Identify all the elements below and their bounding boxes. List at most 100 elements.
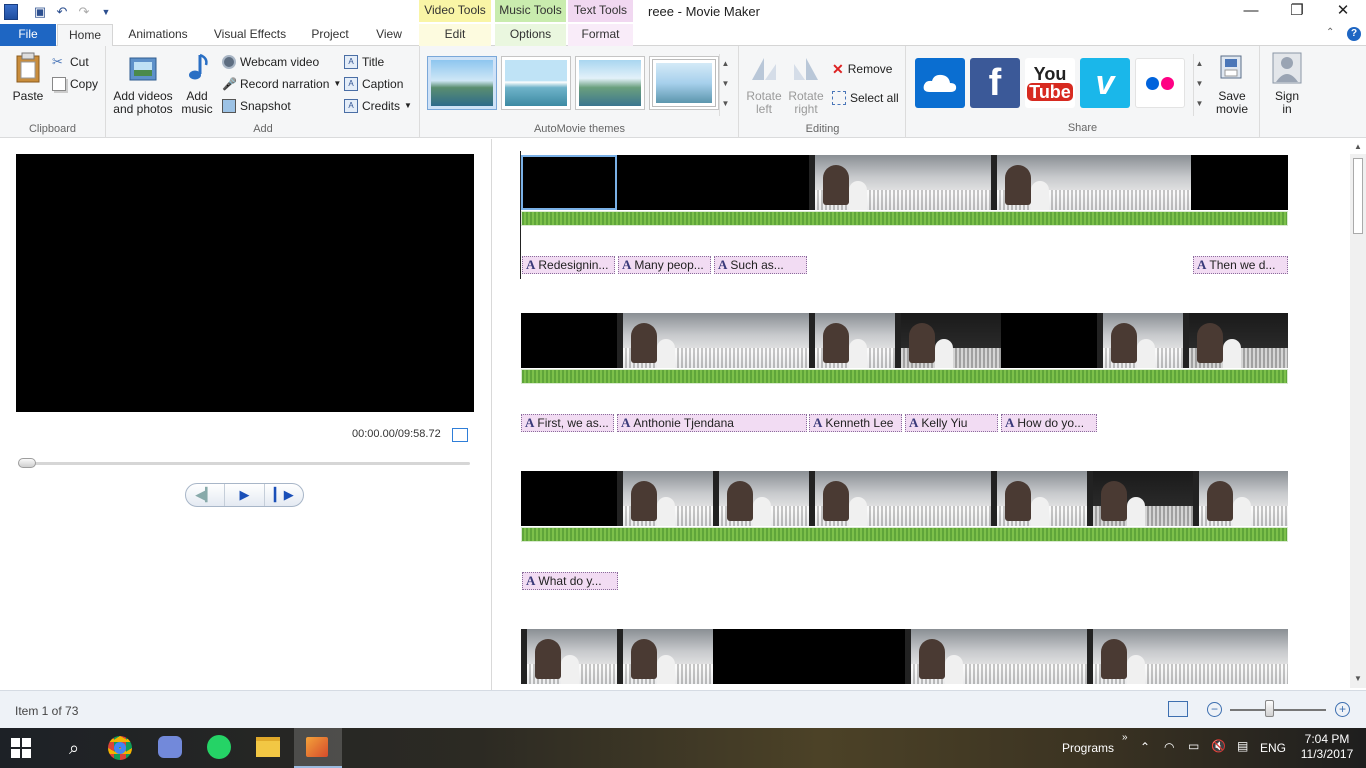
- play-button[interactable]: ▶: [224, 484, 265, 506]
- caption-clip[interactable]: A Then we d...: [1193, 256, 1288, 274]
- scroll-down-icon[interactable]: ▼: [1354, 674, 1362, 683]
- title-button[interactable]: A Title: [344, 53, 384, 71]
- video-preview[interactable]: [16, 154, 474, 412]
- tab-visual-effects[interactable]: Visual Effects: [205, 24, 295, 46]
- clip-black[interactable]: [1001, 313, 1097, 368]
- clip-footage[interactable]: [895, 313, 1001, 368]
- clip-footage[interactable]: [991, 471, 1087, 526]
- caption-button[interactable]: A Caption: [344, 75, 403, 93]
- caption-clip[interactable]: A Many peop...: [618, 256, 711, 274]
- tab-options[interactable]: Options: [495, 24, 566, 46]
- redo-icon[interactable]: ↷: [76, 4, 92, 20]
- scroll-up-icon[interactable]: ▲: [720, 54, 731, 74]
- undo-icon[interactable]: ↶: [54, 4, 70, 20]
- clip-footage[interactable]: [521, 629, 617, 684]
- more-themes-icon[interactable]: ▼: [720, 94, 731, 114]
- paste-button[interactable]: Paste: [8, 52, 48, 103]
- caption-clip[interactable]: A Kelly Yiu: [905, 414, 998, 432]
- clip-footage[interactable]: [809, 155, 991, 210]
- record-narration-button[interactable]: 🎤 Record narration ▼: [222, 75, 341, 93]
- more-share-icon[interactable]: ▼: [1194, 94, 1205, 114]
- clip-footage[interactable]: [713, 471, 809, 526]
- customize-toolbar-icon[interactable]: ▼: [98, 4, 114, 20]
- whatsapp-icon[interactable]: [207, 735, 231, 759]
- tab-file[interactable]: File: [0, 24, 56, 46]
- tab-animations[interactable]: Animations: [118, 24, 198, 46]
- thumbnail-size-icon[interactable]: [1168, 701, 1188, 717]
- tab-edit[interactable]: Edit: [419, 24, 491, 46]
- next-frame-button[interactable]: ▎▶: [265, 484, 303, 506]
- clip-footage[interactable]: [991, 155, 1191, 210]
- seek-bar[interactable]: [18, 462, 470, 465]
- notifications-icon[interactable]: ▤: [1237, 739, 1248, 753]
- save-icon[interactable]: ▣: [32, 4, 48, 20]
- sign-in-button[interactable]: Sign in: [1269, 52, 1305, 116]
- close-button[interactable]: ✕: [1320, 0, 1366, 24]
- caption-clip[interactable]: A First, we as...: [521, 414, 614, 432]
- clip-footage[interactable]: [809, 313, 895, 368]
- webcam-video-button[interactable]: Webcam video: [222, 53, 319, 71]
- theme-fade[interactable]: [575, 56, 645, 110]
- vimeo-icon[interactable]: v: [1080, 58, 1130, 108]
- windows-start-icon[interactable]: [11, 738, 31, 758]
- youtube-icon[interactable]: You Tube: [1025, 58, 1075, 108]
- fullscreen-icon[interactable]: [452, 428, 468, 442]
- scroll-down-icon[interactable]: ▼: [720, 74, 731, 94]
- caption-clip[interactable]: A What do y...: [522, 572, 618, 590]
- clip-footage[interactable]: [1087, 471, 1193, 526]
- caption-clip[interactable]: A Kenneth Lee: [809, 414, 902, 432]
- cut-button[interactable]: ✂ Cut: [52, 53, 89, 71]
- clip-footage[interactable]: [617, 313, 809, 368]
- wifi-icon[interactable]: ◠: [1164, 740, 1174, 754]
- zoom-out-button[interactable]: −: [1207, 702, 1222, 717]
- theme-contemporary[interactable]: [501, 56, 571, 110]
- caption-clip[interactable]: A Redesignin...: [522, 256, 615, 274]
- onedrive-icon[interactable]: [915, 58, 965, 108]
- rotate-right-button[interactable]: Rotate right: [786, 52, 826, 116]
- clip-black[interactable]: [713, 629, 905, 684]
- clip-footage[interactable]: [1193, 471, 1288, 526]
- remove-button[interactable]: ✕ Remove: [832, 60, 892, 78]
- playhead[interactable]: [520, 151, 521, 279]
- clip-footage[interactable]: [1097, 313, 1183, 368]
- programs-toolbar[interactable]: Programs: [1062, 741, 1114, 755]
- tab-format[interactable]: Format: [568, 24, 633, 46]
- clip-black-selected[interactable]: [521, 155, 617, 210]
- chrome-icon[interactable]: [108, 736, 132, 760]
- clip-black[interactable]: [1191, 155, 1288, 210]
- restore-button[interactable]: ❐: [1274, 0, 1320, 24]
- audio-track-row-3[interactable]: [521, 527, 1288, 542]
- audio-track-row-2[interactable]: [521, 369, 1288, 384]
- scrollbar-thumb[interactable]: [1353, 158, 1363, 234]
- minimize-button[interactable]: —: [1228, 0, 1274, 24]
- share-gallery-scroller[interactable]: ▲ ▼ ▼: [1193, 54, 1205, 116]
- caption-clip[interactable]: A Anthonie Tjendana: [617, 414, 807, 432]
- language-indicator[interactable]: ENG: [1260, 741, 1286, 755]
- add-videos-button[interactable]: Add videos and photos: [113, 52, 173, 116]
- tab-view[interactable]: View: [364, 24, 414, 46]
- file-explorer-icon[interactable]: [256, 737, 280, 757]
- scroll-up-icon[interactable]: ▲: [1354, 142, 1362, 151]
- credits-button[interactable]: A Credits ▼: [344, 97, 412, 115]
- previous-frame-button[interactable]: ◀▎: [186, 484, 224, 506]
- copy-button[interactable]: Copy: [52, 75, 98, 93]
- rotate-left-button[interactable]: Rotate left: [744, 52, 784, 116]
- toolbar-expand-icon[interactable]: »: [1122, 732, 1128, 743]
- tab-home[interactable]: Home: [57, 24, 113, 47]
- clip-footage[interactable]: [809, 471, 991, 526]
- search-icon[interactable]: ⌕: [60, 734, 88, 762]
- discord-icon[interactable]: [158, 736, 182, 758]
- clip-black[interactable]: [617, 155, 809, 210]
- seek-thumb[interactable]: [18, 458, 36, 468]
- movie-maker-app-icon[interactable]: [4, 4, 18, 20]
- scroll-up-icon[interactable]: ▲: [1194, 54, 1205, 74]
- zoom-slider-thumb[interactable]: [1264, 700, 1274, 717]
- show-hidden-icons-icon[interactable]: ⌃: [1140, 740, 1150, 754]
- clip-black[interactable]: [521, 471, 617, 526]
- themes-gallery-scroller[interactable]: ▲ ▼ ▼: [719, 54, 731, 116]
- select-all-button[interactable]: Select all: [832, 89, 899, 107]
- storyboard-scrollbar[interactable]: ▲ ▼: [1350, 142, 1366, 688]
- collapse-ribbon-icon[interactable]: ⌃: [1326, 27, 1334, 38]
- facebook-icon[interactable]: f: [970, 58, 1020, 108]
- clip-footage[interactable]: [1183, 313, 1288, 368]
